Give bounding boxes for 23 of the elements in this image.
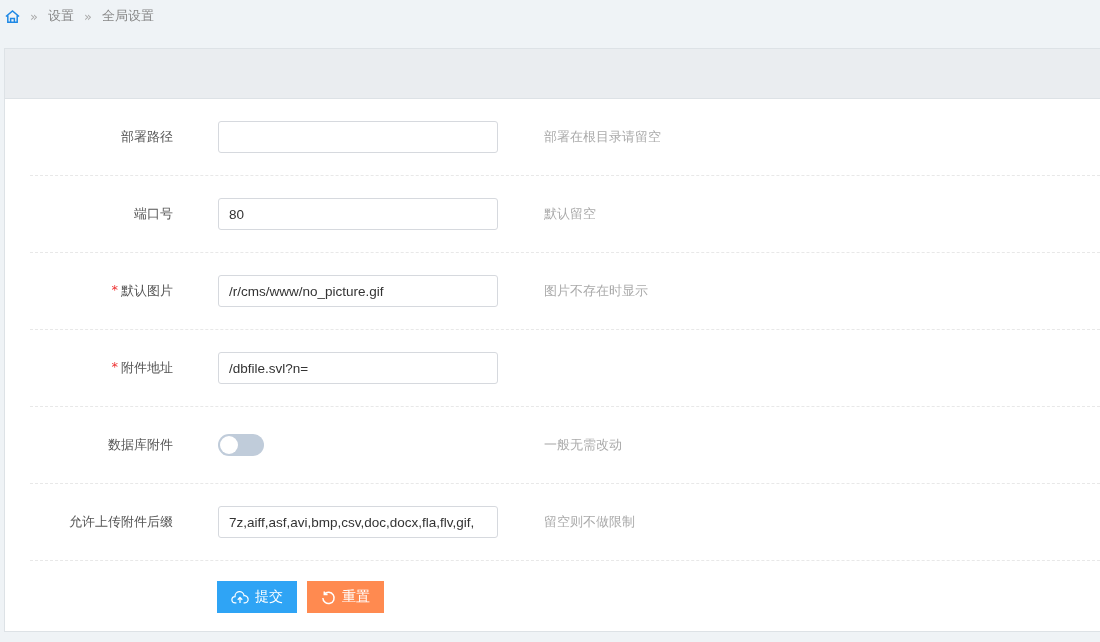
field-hint: 部署在根目录请留空 bbox=[544, 128, 661, 146]
reset-icon bbox=[321, 589, 336, 605]
field-hint: 图片不存在时显示 bbox=[544, 282, 648, 300]
input-field[interactable]: /r/cms/www/no_picture.gif bbox=[218, 275, 498, 307]
breadcrumb-separator: » bbox=[83, 8, 92, 24]
field-hint: 留空则不做限制 bbox=[544, 513, 635, 531]
field-label: 端口号 bbox=[134, 205, 173, 223]
input-field[interactable] bbox=[218, 121, 498, 153]
home-icon[interactable] bbox=[5, 8, 20, 24]
input-field[interactable]: 80 bbox=[218, 198, 498, 230]
breadcrumb-separator: » bbox=[30, 8, 38, 24]
field-label: 允许上传附件后缀 bbox=[69, 513, 173, 531]
required-mark: * bbox=[111, 359, 118, 376]
field-label: 附件地址 bbox=[121, 359, 173, 377]
cloud-upload-icon bbox=[231, 589, 249, 605]
field-hint: 默认留空 bbox=[544, 205, 596, 223]
toggle-switch[interactable] bbox=[218, 434, 264, 456]
field-label: 部署路径 bbox=[121, 128, 173, 146]
input-field[interactable]: 7z,aiff,asf,avi,bmp,csv,doc,docx,fla,flv,gif, bbox=[218, 506, 498, 538]
field-label: 数据库附件 bbox=[108, 436, 173, 454]
input-field[interactable]: /dbfile.svl?n= bbox=[218, 352, 498, 384]
field-label: 默认图片 bbox=[121, 282, 173, 300]
required-mark: * bbox=[111, 282, 118, 299]
